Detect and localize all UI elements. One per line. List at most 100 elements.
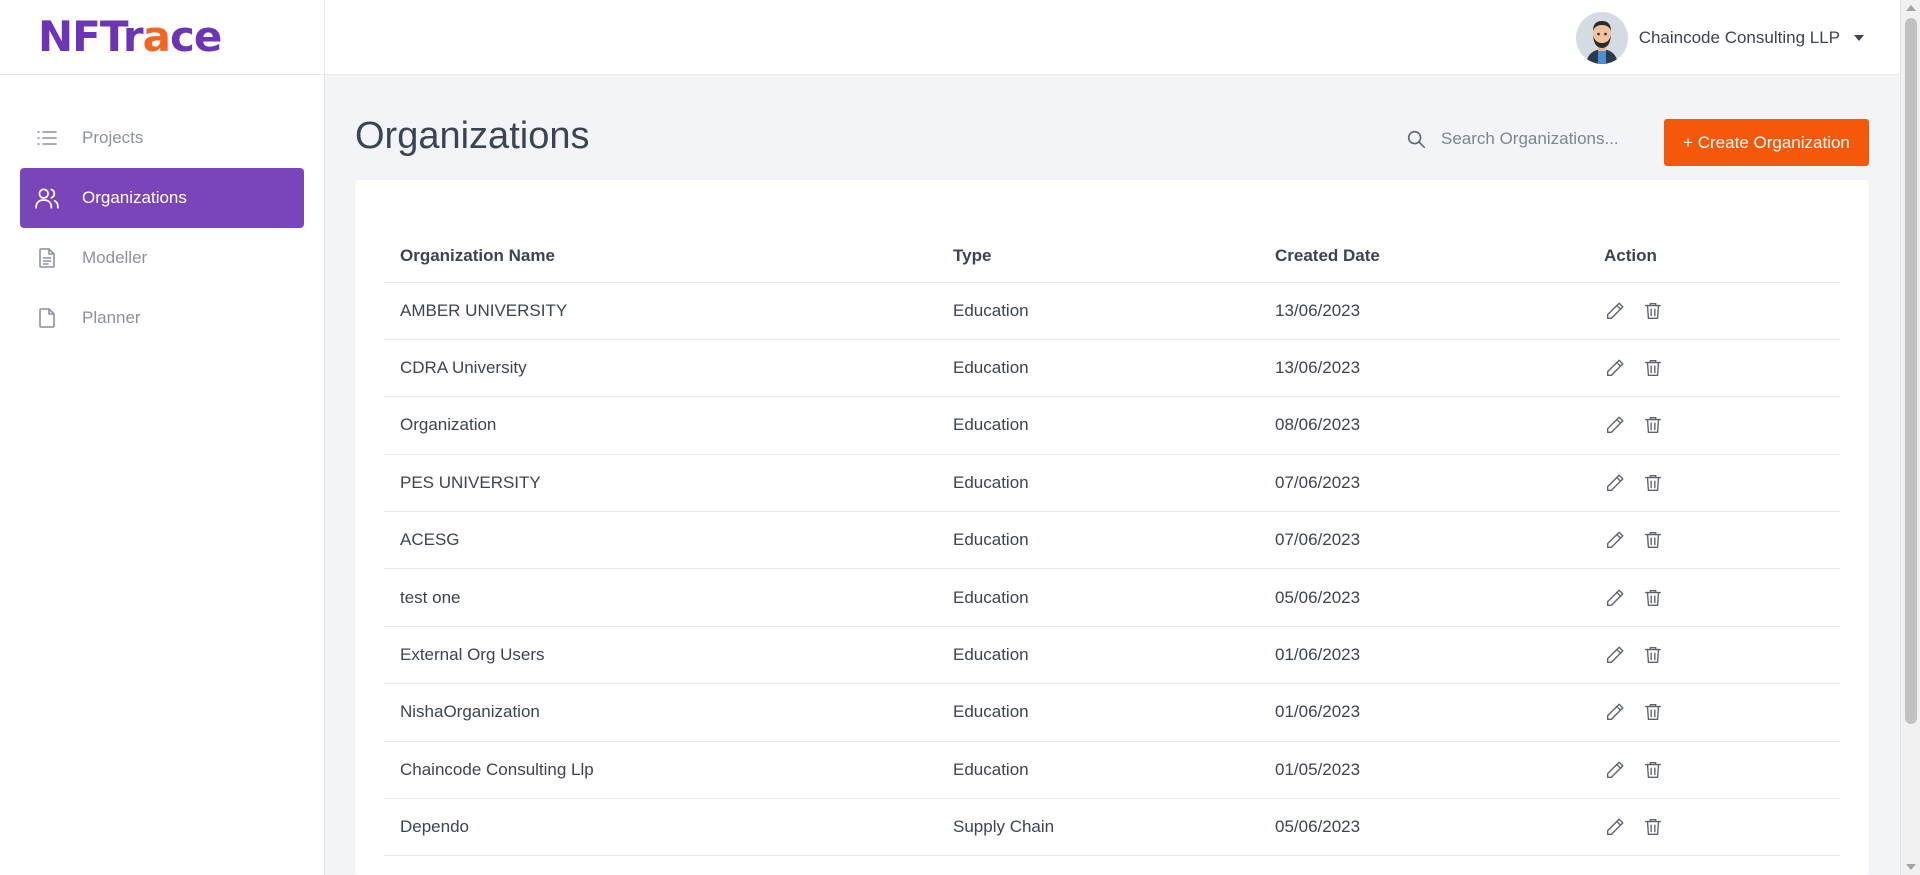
table-row[interactable]: Chaincode Consulting Llp Education 01/05/2… [384, 741, 1840, 800]
sidebar-item-modeller[interactable]: Modeller [20, 228, 304, 288]
organization-name-cell: Chaincode Consulting Llp [384, 741, 937, 800]
table-row[interactable]: NishaOrganization Education 01/06/2023 [384, 683, 1840, 742]
organization-type-cell: Education [937, 568, 1259, 627]
edit-pencil-icon[interactable] [1604, 644, 1626, 666]
table-row[interactable]: AMBER UNIVERSITY Education 13/06/2023 [384, 282, 1840, 340]
action-cell [1588, 454, 1840, 513]
organization-name-cell: Organization [384, 396, 937, 455]
action-cell [1588, 511, 1840, 570]
organizations-table: Organization Name Type Created Date Acti… [384, 230, 1840, 857]
sidebar-item-label: Organizations [82, 188, 187, 207]
users-icon [34, 185, 60, 211]
sidebar-item-projects[interactable]: Projects [20, 108, 304, 168]
created-date-cell: 07/06/2023 [1259, 454, 1588, 513]
edit-pencil-icon[interactable] [1604, 414, 1626, 436]
table-row[interactable]: Dependo Supply Chain 05/06/2023 [384, 798, 1840, 857]
edit-pencil-icon[interactable] [1604, 529, 1626, 551]
action-cell [1588, 282, 1840, 340]
created-date-cell: 01/06/2023 [1259, 626, 1588, 685]
create-organization-button[interactable]: + Create Organization [1664, 119, 1869, 166]
action-cell [1588, 741, 1840, 800]
organization-type-cell: Supply Chain [937, 798, 1259, 857]
organization-type-cell: Education [937, 396, 1259, 455]
delete-trash-icon[interactable] [1642, 816, 1664, 838]
created-date-cell: 01/05/2023 [1259, 741, 1588, 800]
organization-name-cell: CDRA University [384, 339, 937, 398]
search-box [1405, 128, 1631, 150]
organization-name-cell: NishaOrganization [384, 683, 937, 742]
page-scrollbar[interactable] [1900, 0, 1920, 875]
created-date-cell: 13/06/2023 [1259, 282, 1588, 340]
column-header-name: Organization Name [384, 230, 937, 283]
delete-trash-icon[interactable] [1642, 644, 1664, 666]
created-date-cell: 07/06/2023 [1259, 511, 1588, 570]
column-header-type: Type [937, 230, 1259, 283]
delete-trash-icon[interactable] [1642, 472, 1664, 494]
column-header-date: Created Date [1259, 230, 1588, 283]
table-row[interactable]: ACESG Education 07/06/2023 [384, 511, 1840, 570]
organization-name-cell: AMBER UNIVERSITY [384, 282, 937, 340]
logo-text: NFTrace [38, 12, 222, 61]
top-bar: Chaincode Consulting LLP [325, 0, 1900, 75]
scroll-down-arrow-icon[interactable] [1906, 864, 1916, 870]
avatar [1575, 12, 1628, 64]
page-title: Organizations [355, 115, 590, 157]
scrollbar-thumb[interactable] [1905, 18, 1917, 724]
created-date-cell: 05/06/2023 [1259, 798, 1588, 857]
organization-type-cell: Education [937, 741, 1259, 800]
delete-trash-icon[interactable] [1642, 759, 1664, 781]
edit-pencil-icon[interactable] [1604, 701, 1626, 723]
scroll-up-arrow-icon[interactable] [1906, 5, 1916, 11]
row-actions [1604, 414, 1840, 436]
table-row[interactable]: Organization Education 08/06/2023 [384, 396, 1840, 455]
search-input[interactable] [1441, 129, 1631, 149]
action-cell [1588, 626, 1840, 685]
user-menu[interactable]: Chaincode Consulting LLP [1575, 12, 1864, 64]
search-icon [1405, 128, 1427, 150]
delete-trash-icon[interactable] [1642, 529, 1664, 551]
created-date-cell: 08/06/2023 [1259, 396, 1588, 455]
sidebar: NFTrace Projects Organizations Modeller … [0, 0, 325, 875]
action-cell [1588, 683, 1840, 742]
action-cell [1588, 339, 1840, 398]
edit-pencil-icon[interactable] [1604, 759, 1626, 781]
edit-pencil-icon[interactable] [1604, 587, 1626, 609]
organization-type-cell: Education [937, 626, 1259, 685]
delete-trash-icon[interactable] [1642, 414, 1664, 436]
created-date-cell: 01/06/2023 [1259, 683, 1588, 742]
row-actions [1604, 759, 1840, 781]
sidebar-item-organizations[interactable]: Organizations [20, 168, 304, 228]
column-header-action: Action [1588, 230, 1840, 283]
edit-pencil-icon[interactable] [1604, 472, 1626, 494]
action-cell [1588, 396, 1840, 455]
row-actions [1604, 701, 1840, 723]
table-row[interactable]: External Org Users Education 01/06/2023 [384, 626, 1840, 685]
sidebar-item-planner[interactable]: Planner [20, 288, 304, 348]
chevron-down-icon [1854, 35, 1864, 41]
table-row[interactable]: test one Education 05/06/2023 [384, 568, 1840, 627]
organization-name-cell: Dependo [384, 798, 937, 857]
list-icon [34, 125, 60, 151]
sidebar-nav: Projects Organizations Modeller Planner [0, 75, 324, 348]
row-actions [1604, 587, 1840, 609]
table-row[interactable]: PES UNIVERSITY Education 07/06/2023 [384, 454, 1840, 513]
sidebar-item-label: Planner [82, 308, 141, 327]
edit-pencil-icon[interactable] [1604, 357, 1626, 379]
delete-trash-icon[interactable] [1642, 701, 1664, 723]
delete-trash-icon[interactable] [1642, 587, 1664, 609]
table-row[interactable]: CDRA University Education 13/06/2023 [384, 339, 1840, 398]
edit-pencil-icon[interactable] [1604, 300, 1626, 322]
delete-trash-icon[interactable] [1642, 300, 1664, 322]
document-icon [34, 245, 60, 271]
organization-name-cell: test one [384, 568, 937, 627]
row-actions [1604, 644, 1840, 666]
organization-name-cell: PES UNIVERSITY [384, 454, 937, 513]
organization-type-cell: Education [937, 282, 1259, 340]
logo[interactable]: NFTrace [0, 0, 324, 75]
edit-pencil-icon[interactable] [1604, 816, 1626, 838]
row-actions [1604, 357, 1840, 379]
organization-type-cell: Education [937, 511, 1259, 570]
delete-trash-icon[interactable] [1642, 357, 1664, 379]
organization-type-cell: Education [937, 454, 1259, 513]
organization-name-cell: ACESG [384, 511, 937, 570]
